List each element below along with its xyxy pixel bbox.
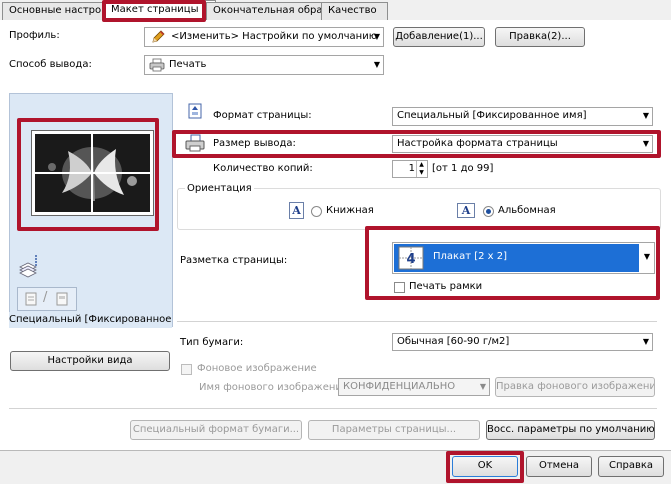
- output-method-select[interactable]: Печать ▼: [144, 55, 384, 75]
- paper-stack-icon: [17, 253, 39, 282]
- zoom-icon[interactable]: [24, 291, 40, 310]
- tab-page-layout[interactable]: Макет страницы: [104, 0, 216, 21]
- chevron-down-icon: ▼: [642, 139, 649, 148]
- divider-slash-icon: /: [43, 290, 48, 305]
- output-size-label: Размер вывода:: [213, 138, 296, 149]
- page-format-select[interactable]: Специальный [Фиксированное имя] ▼: [392, 107, 653, 126]
- watermark-checkbox[interactable]: [181, 364, 192, 375]
- tab-basic[interactable]: Основные настройки: [2, 2, 120, 20]
- paper-type-value: Обычная [60-90 г/м2]: [397, 336, 510, 347]
- watermark-name-select[interactable]: КОНФИДЕНЦИАЛЬНО ▼: [338, 378, 490, 396]
- chevron-down-icon: ▼: [479, 382, 486, 391]
- ok-button[interactable]: OK: [452, 456, 518, 477]
- edit-profile-button[interactable]: Правка(2)...: [495, 27, 585, 47]
- page-layout-value: Плакат [2 x 2]: [433, 251, 508, 262]
- chevron-down-icon: ▼: [643, 252, 650, 261]
- profile-select[interactable]: <Изменить> Настройки по умолчанию ▼: [144, 27, 384, 47]
- landscape-label: Альбомная: [498, 205, 556, 216]
- print-frame-label: Печать рамки: [409, 281, 483, 292]
- restore-defaults-button[interactable]: Восс. параметры по умолчанию: [486, 420, 655, 440]
- printer-icon: [149, 58, 165, 74]
- copies-value: 1: [408, 163, 415, 174]
- copies-label: Количество копий:: [213, 163, 313, 174]
- watermark-label: Фоновое изображение: [197, 363, 317, 374]
- add-profile-button[interactable]: Добавление(1)...: [393, 27, 485, 47]
- page-format-icon: [186, 102, 204, 123]
- paper-type-label: Тип бумаги:: [180, 337, 244, 348]
- spin-arrows-icon[interactable]: ▲ ▼: [416, 161, 426, 177]
- preview-toolbar: /: [17, 287, 77, 311]
- page-options-button[interactable]: Параметры страницы...: [308, 420, 480, 440]
- chevron-down-icon: ▼: [373, 60, 380, 69]
- page-format-label: Формат страницы:: [213, 110, 312, 121]
- portrait-label: Книжная: [326, 205, 374, 216]
- orientation-landscape-icon: A: [457, 203, 475, 218]
- page-format-value: Специальный [Фиксированное имя]: [397, 110, 587, 121]
- output-size-icon: [185, 134, 205, 155]
- profile-label: Профиль:: [9, 30, 60, 41]
- custom-paper-button[interactable]: Специальный формат бумаги...: [130, 420, 302, 440]
- copies-stepper[interactable]: 1 ▲ ▼: [392, 160, 428, 178]
- print-frame-checkbox[interactable]: [394, 282, 405, 293]
- section-divider: [9, 408, 657, 409]
- watermark-name-value: КОНФИДЕНЦИАЛЬНО: [343, 381, 456, 392]
- poster-layout-icon: 4: [398, 246, 424, 273]
- landscape-radio[interactable]: [483, 206, 494, 217]
- chevron-down-icon: ▼: [642, 337, 649, 346]
- page-layout-selected: [394, 244, 639, 272]
- output-method-value: Печать: [169, 59, 207, 70]
- cancel-button[interactable]: Отмена: [526, 456, 592, 477]
- page-layout-select[interactable]: 4 Плакат [2 x 2] ▼: [392, 242, 655, 274]
- page-layout-label: Разметка страницы:: [180, 255, 288, 266]
- section-divider: [177, 321, 657, 322]
- orientation-title: Ориентация: [185, 183, 254, 194]
- orientation-group: [177, 188, 661, 230]
- tab-quality[interactable]: Качество: [321, 2, 388, 20]
- output-size-value: Настройка формата страницы: [397, 138, 558, 149]
- pencil-icon: [150, 29, 166, 46]
- edit-watermark-button[interactable]: Правка фонового изображения...: [495, 377, 655, 397]
- page-view-icon[interactable]: [54, 291, 70, 310]
- watermark-name-label: Имя фонового изображения:: [199, 382, 352, 393]
- output-size-select[interactable]: Настройка формата страницы ▼: [392, 135, 653, 153]
- svg-text:4: 4: [406, 252, 415, 267]
- help-button[interactable]: Справка: [598, 456, 664, 477]
- paper-type-select[interactable]: Обычная [60-90 г/м2] ▼: [392, 333, 653, 351]
- view-settings-button[interactable]: Настройки вида: [10, 351, 170, 371]
- preview-caption: Специальный [Фиксированное им: [9, 312, 172, 328]
- chevron-down-icon: ▼: [642, 111, 649, 120]
- profile-value: <Изменить> Настройки по умолчанию: [171, 31, 378, 42]
- copies-range: [от 1 до 99]: [432, 163, 494, 174]
- orientation-portrait-icon: A: [289, 202, 304, 219]
- tab-bar: Основные настройки Макет страницы Оконча…: [0, 0, 671, 21]
- chevron-down-icon: ▼: [373, 32, 380, 41]
- portrait-radio[interactable]: [311, 206, 322, 217]
- output-method-label: Способ вывода:: [9, 59, 92, 70]
- tab-finishing[interactable]: Окончательная обработка: [206, 2, 353, 20]
- poster-preview-image: [31, 130, 154, 216]
